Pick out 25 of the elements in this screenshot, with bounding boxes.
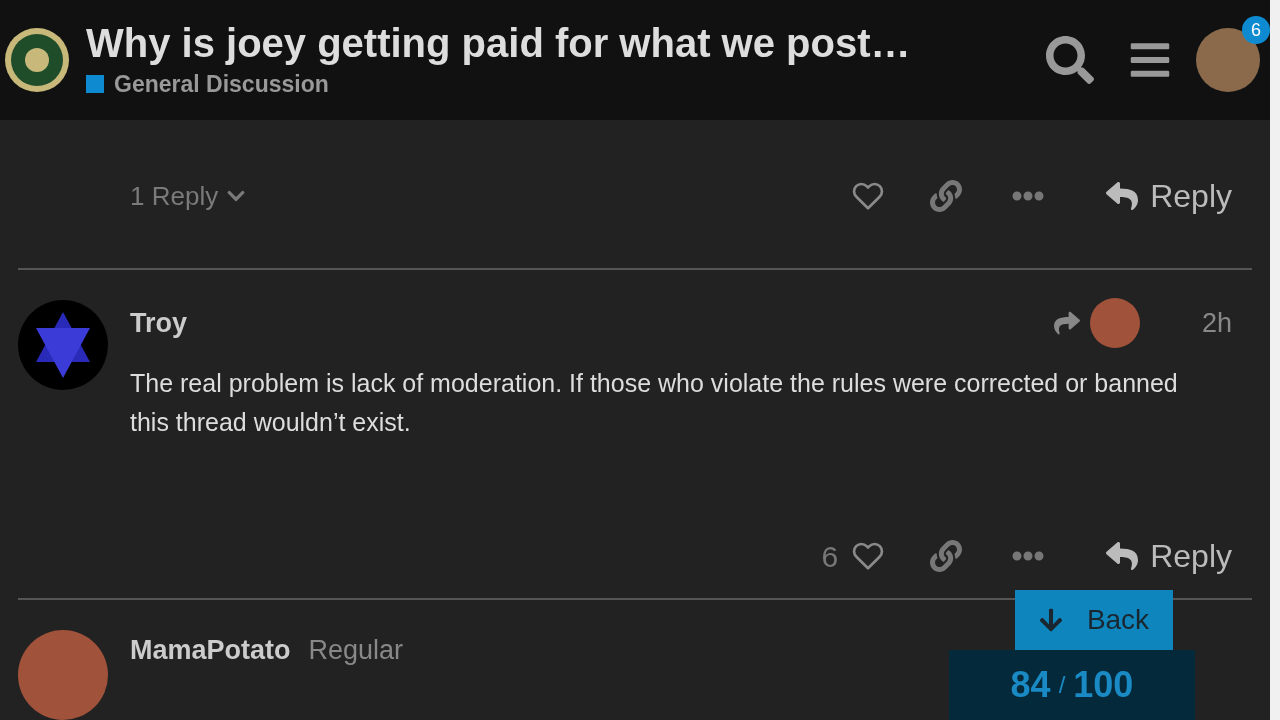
progress-indicator[interactable]: 84 / 100	[949, 650, 1195, 720]
reply-button[interactable]: Reply	[1106, 172, 1232, 220]
category-link[interactable]: General Discussion	[114, 66, 329, 102]
topic-title[interactable]: Why is joey getting paid for what we post…	[86, 18, 1040, 67]
reply-icon	[1106, 180, 1139, 212]
author-name[interactable]: Troy	[130, 302, 188, 344]
search-icon	[1046, 36, 1094, 84]
reply-button[interactable]: Reply	[1106, 532, 1232, 580]
user-title: Regular	[308, 634, 404, 667]
notification-badge: 6	[1242, 16, 1270, 44]
like-count: 6	[821, 538, 839, 575]
link-icon	[930, 540, 963, 572]
back-button[interactable]: Back	[1015, 590, 1173, 650]
reply-icon	[1106, 540, 1139, 572]
heart-icon	[852, 180, 885, 212]
scrollbar[interactable]	[1270, 0, 1280, 720]
replies-toggle[interactable]: 1 Reply	[130, 176, 247, 216]
heart-icon	[852, 540, 885, 572]
link-icon	[930, 180, 963, 212]
emblem-logo[interactable]	[4, 27, 70, 93]
post-time: 2h	[1201, 306, 1232, 340]
post-body: The real problem is lack of moderation. If those who violate the rules were corrected or banned this thread wouldn’t exist.	[130, 368, 1179, 438]
author-name[interactable]: MamaPotato	[130, 630, 291, 671]
user-avatar[interactable]	[1089, 298, 1140, 348]
down-arrow-icon	[1038, 607, 1063, 633]
